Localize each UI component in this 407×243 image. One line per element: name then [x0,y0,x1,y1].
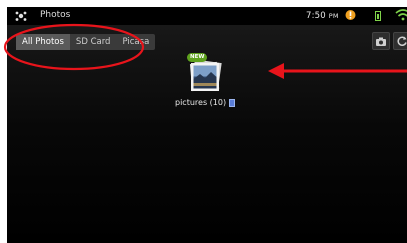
refresh-button[interactable] [393,32,407,50]
clock-time: 7:50 [306,11,326,21]
battery-icon [375,11,381,21]
photos-screen: Photos 7:50 PM All Photos SD Card Picasa [7,7,407,243]
new-badge: NEW [187,53,208,62]
refresh-icon [397,36,407,46]
tab-sd-card[interactable]: SD Card [70,34,117,50]
status-clock: 7:50 PM [306,11,339,21]
tab-all-photos[interactable]: All Photos [16,34,70,50]
tab-picasa[interactable]: Picasa [116,34,155,50]
clock-ampm: PM [328,12,339,20]
gallery-icon[interactable] [14,10,28,22]
alert-icon[interactable] [345,9,356,21]
app-title: Photos [40,10,71,20]
album-label: pictures (10) [175,98,227,107]
album-thumbnail[interactable] [188,59,222,93]
camera-icon [376,37,386,46]
camera-button[interactable] [372,32,390,50]
wifi-icon [395,9,407,21]
sd-card-icon [229,99,235,107]
source-tabs: All Photos SD Card Picasa [16,34,156,50]
status-bar: Photos 7:50 PM [7,7,407,25]
